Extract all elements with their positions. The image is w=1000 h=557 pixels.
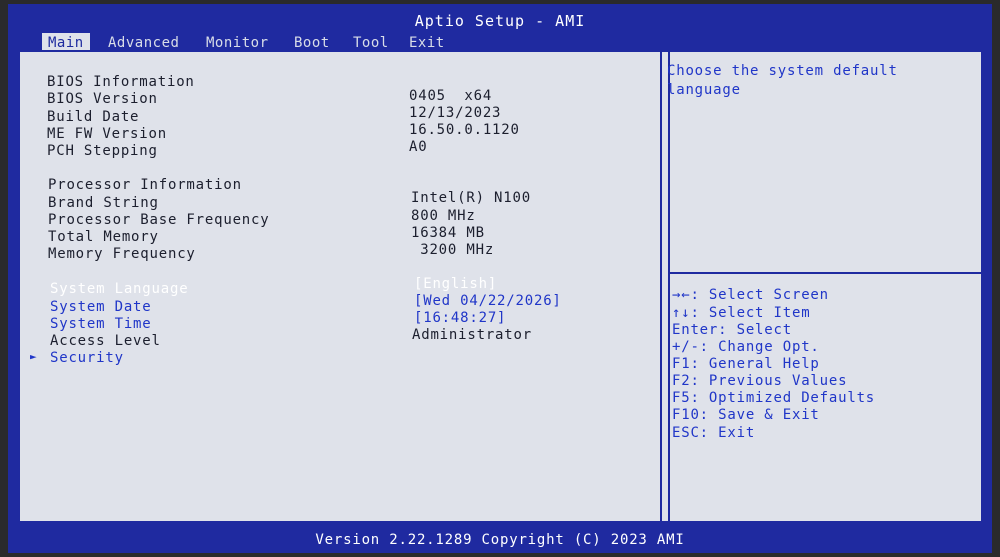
total-memory-value: 16384 MB — [411, 225, 485, 241]
key-hint-select-screen: →←: Select Screen — [672, 287, 829, 303]
me-fw-version-label: ME FW Version — [47, 126, 167, 142]
system-language-value[interactable]: [English] — [414, 276, 497, 292]
build-date-value: 12/13/2023 — [409, 105, 502, 121]
key-hint-f5: F5: Optimized Defaults — [672, 390, 876, 406]
security-menu[interactable]: Security — [50, 350, 124, 366]
key-hint-f1: F1: General Help — [672, 356, 820, 372]
footer-version: Version 2.22.1289 Copyright (C) 2023 AMI — [315, 532, 685, 548]
system-time-value[interactable]: [16:48:27] — [414, 310, 506, 326]
memory-frequency-value: 3200 MHz — [411, 242, 495, 258]
submenu-arrow-icon: ► — [30, 350, 38, 363]
pch-stepping-value: A0 — [409, 139, 428, 155]
system-date-value[interactable]: [Wed 04/22/2026] — [414, 293, 562, 309]
key-hint-esc: ESC: Exit — [672, 425, 756, 441]
processor-info-heading: Processor Information — [48, 177, 242, 193]
help-description: Choose the system default language — [667, 63, 898, 98]
access-level-value: Administrator — [412, 327, 532, 343]
base-frequency-label: Processor Base Frequency — [48, 212, 270, 228]
help-divider — [670, 272, 983, 274]
window-title: Aptio Setup - AMI — [414, 12, 586, 30]
me-fw-version-value: 16.50.0.1120 — [409, 122, 520, 138]
build-date-label: Build Date — [47, 109, 140, 125]
panel-divider-inner — [668, 52, 670, 521]
system-date-label[interactable]: System Date — [50, 299, 152, 315]
key-hint-enter: Enter: Select — [672, 322, 792, 338]
panel-divider — [660, 52, 662, 521]
key-hint-f10: F10: Save & Exit — [672, 407, 820, 423]
bios-version-label: BIOS Version — [47, 91, 158, 107]
key-hint-change-opt: +/-: Change Opt. — [672, 339, 820, 355]
bios-screen: Aptio Setup - AMI Main Advanced Monitor … — [8, 4, 992, 553]
access-level-label: Access Level — [50, 333, 161, 349]
bios-version-value: 0405 x64 — [409, 88, 493, 104]
brand-string-label: Brand String — [48, 195, 159, 211]
pch-stepping-label: PCH Stepping — [47, 143, 158, 159]
memory-frequency-label: Memory Frequency — [48, 246, 196, 262]
system-language-label[interactable]: System Language — [50, 281, 188, 297]
brand-string-value: Intel(R) N100 — [411, 190, 531, 206]
main-panel: BIOS Information BIOS Version 0405 x64 B… — [18, 50, 983, 523]
key-hint-select-item: ↑↓: Select Item — [672, 305, 811, 321]
base-frequency-value: 800 MHz — [411, 208, 476, 224]
bios-info-heading: BIOS Information — [47, 74, 195, 90]
total-memory-label: Total Memory — [48, 229, 159, 245]
system-time-label[interactable]: System Time — [50, 316, 152, 332]
key-hint-f2: F2: Previous Values — [672, 373, 848, 389]
